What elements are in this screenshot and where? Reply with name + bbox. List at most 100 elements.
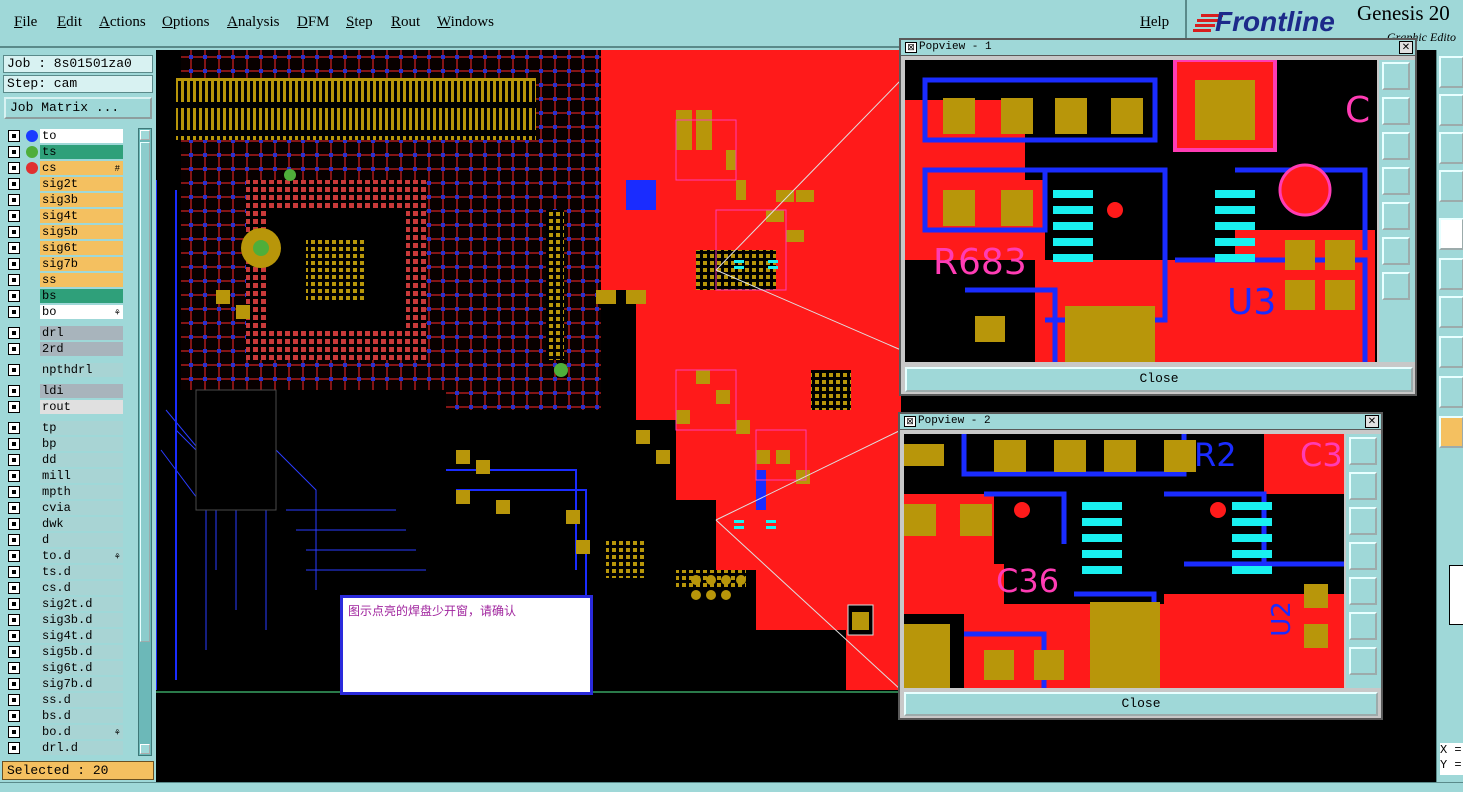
- popview-1-canvas[interactable]: R683 U3 C: [905, 60, 1377, 362]
- popview-2-close-button[interactable]: Close: [904, 692, 1378, 716]
- zoom-out-icon[interactable]: [1349, 647, 1377, 675]
- layer-name[interactable]: ldi: [40, 384, 123, 398]
- layer-row-ss[interactable]: ss: [5, 272, 127, 288]
- zoom-fit-icon[interactable]: [1382, 62, 1410, 90]
- layer-checkbox[interactable]: [8, 534, 20, 546]
- layer-row-sig5b[interactable]: sig5b: [5, 224, 127, 240]
- layer-row-to.d[interactable]: to.d ⚘: [5, 548, 127, 564]
- layer-name[interactable]: sig6t: [40, 241, 123, 255]
- layer-name[interactable]: sig7b.d: [40, 677, 123, 691]
- layer-name[interactable]: bo.d ⚘: [40, 725, 123, 739]
- layer-row-ts[interactable]: ts: [5, 144, 127, 160]
- tool-icon-1[interactable]: [1439, 56, 1463, 88]
- layer-row-sig2t[interactable]: sig2t: [5, 176, 127, 192]
- window-menu-icon[interactable]: ⊠: [905, 42, 917, 53]
- layer-checkbox[interactable]: [8, 550, 20, 562]
- layer-row-mill[interactable]: mill: [5, 468, 127, 484]
- layer-checkbox[interactable]: [8, 566, 20, 578]
- layer-name[interactable]: sig4t.d: [40, 629, 123, 643]
- tool-icon-2[interactable]: [1439, 94, 1463, 126]
- tool-icon-7[interactable]: [1439, 296, 1463, 328]
- close-icon[interactable]: ✕: [1365, 415, 1379, 428]
- layer-row-ldi[interactable]: ldi: [5, 383, 127, 399]
- layer-name[interactable]: sig5b: [40, 225, 123, 239]
- layer-checkbox[interactable]: [8, 364, 20, 376]
- layer-checkbox[interactable]: [8, 662, 20, 674]
- layer-name[interactable]: sig3b.d: [40, 613, 123, 627]
- layer-name[interactable]: ss: [40, 273, 123, 287]
- layer-checkbox[interactable]: [8, 726, 20, 738]
- layer-name[interactable]: sig2t.d: [40, 597, 123, 611]
- layer-name[interactable]: cs #: [40, 161, 123, 175]
- menu-windows[interactable]: Windows: [437, 14, 494, 31]
- layer-row-sig4t.d[interactable]: sig4t.d: [5, 628, 127, 644]
- layer-row-sig6t[interactable]: sig6t: [5, 240, 127, 256]
- pan-down-icon[interactable]: [1382, 132, 1410, 160]
- layer-name[interactable]: sig3b: [40, 193, 123, 207]
- layer-checkbox[interactable]: [8, 290, 20, 302]
- layer-checkbox[interactable]: [8, 194, 20, 206]
- layer-name[interactable]: rout: [40, 400, 123, 414]
- layer-name[interactable]: dd: [40, 453, 123, 467]
- pan-left-icon[interactable]: [1382, 167, 1410, 195]
- layer-checkbox[interactable]: [8, 385, 20, 397]
- zoom-in-icon[interactable]: [1349, 612, 1377, 640]
- tool-icon-4[interactable]: [1439, 170, 1463, 202]
- layer-name[interactable]: ts.d: [40, 565, 123, 579]
- layer-row-sig3b.d[interactable]: sig3b.d: [5, 612, 127, 628]
- menu-rout[interactable]: Rout: [391, 14, 420, 31]
- layer-row-npthdrl[interactable]: npthdrl: [5, 362, 127, 378]
- layer-checkbox[interactable]: [8, 678, 20, 690]
- job-matrix-button[interactable]: Job Matrix ...: [4, 97, 152, 119]
- layer-row-sig4t[interactable]: sig4t: [5, 208, 127, 224]
- layer-row-rout[interactable]: rout: [5, 399, 127, 415]
- menu-file[interactable]: File: [14, 14, 37, 31]
- layer-checkbox[interactable]: [8, 486, 20, 498]
- layer-checkbox[interactable]: [8, 710, 20, 722]
- layer-row-d[interactable]: d: [5, 532, 127, 548]
- layer-checkbox[interactable]: [8, 162, 20, 174]
- layer-row-sig5b.d[interactable]: sig5b.d: [5, 644, 127, 660]
- layer-name[interactable]: sig2t: [40, 177, 123, 191]
- layer-row-ss.d[interactable]: ss.d: [5, 692, 127, 708]
- menu-options[interactable]: Options: [162, 14, 210, 31]
- layer-checkbox[interactable]: [8, 454, 20, 466]
- layer-row-sig6t.d[interactable]: sig6t.d: [5, 660, 127, 676]
- layer-name[interactable]: sig7b: [40, 257, 123, 271]
- layer-checkbox[interactable]: [8, 274, 20, 286]
- pan-up-icon[interactable]: [1349, 472, 1377, 500]
- layer-row-bp[interactable]: bp: [5, 436, 127, 452]
- layer-checkbox[interactable]: [8, 502, 20, 514]
- layer-checkbox[interactable]: [8, 210, 20, 222]
- pointer-tool-icon[interactable]: [1439, 416, 1463, 448]
- pan-down-icon[interactable]: [1349, 507, 1377, 535]
- layer-name[interactable]: sig5b.d: [40, 645, 123, 659]
- layer-row-bs[interactable]: bs: [5, 288, 127, 304]
- layer-checkbox[interactable]: [8, 694, 20, 706]
- layer-name[interactable]: to.d ⚘: [40, 549, 123, 563]
- pan-up-icon[interactable]: [1382, 97, 1410, 125]
- layer-checkbox[interactable]: [8, 146, 20, 158]
- tool-icon-8[interactable]: [1439, 336, 1463, 368]
- menu-step[interactable]: Step: [346, 14, 373, 31]
- layer-checkbox[interactable]: [8, 306, 20, 318]
- layer-checkbox[interactable]: [8, 258, 20, 270]
- tool-icon-5[interactable]: [1439, 218, 1463, 250]
- layer-checkbox[interactable]: [8, 582, 20, 594]
- layer-name[interactable]: sig6t.d: [40, 661, 123, 675]
- layer-row-mpth[interactable]: mpth: [5, 484, 127, 500]
- tool-icon-3[interactable]: [1439, 132, 1463, 164]
- layer-row-bo.d[interactable]: bo.d ⚘: [5, 724, 127, 740]
- layer-name[interactable]: ts: [40, 145, 123, 159]
- menu-edit[interactable]: Edit: [57, 14, 82, 31]
- zoom-fit-icon[interactable]: [1349, 437, 1377, 465]
- layer-name[interactable]: sig4t: [40, 209, 123, 223]
- layer-row-bo[interactable]: bo ⚘: [5, 304, 127, 320]
- layer-checkbox[interactable]: [8, 242, 20, 254]
- layer-name[interactable]: dwk: [40, 517, 123, 531]
- tool-icon-9[interactable]: [1439, 376, 1463, 408]
- menu-dfm[interactable]: DFM: [297, 14, 330, 31]
- menu-actions[interactable]: Actions: [99, 14, 146, 31]
- layer-name[interactable]: npthdrl: [40, 363, 123, 377]
- layer-row-to[interactable]: to: [5, 128, 127, 144]
